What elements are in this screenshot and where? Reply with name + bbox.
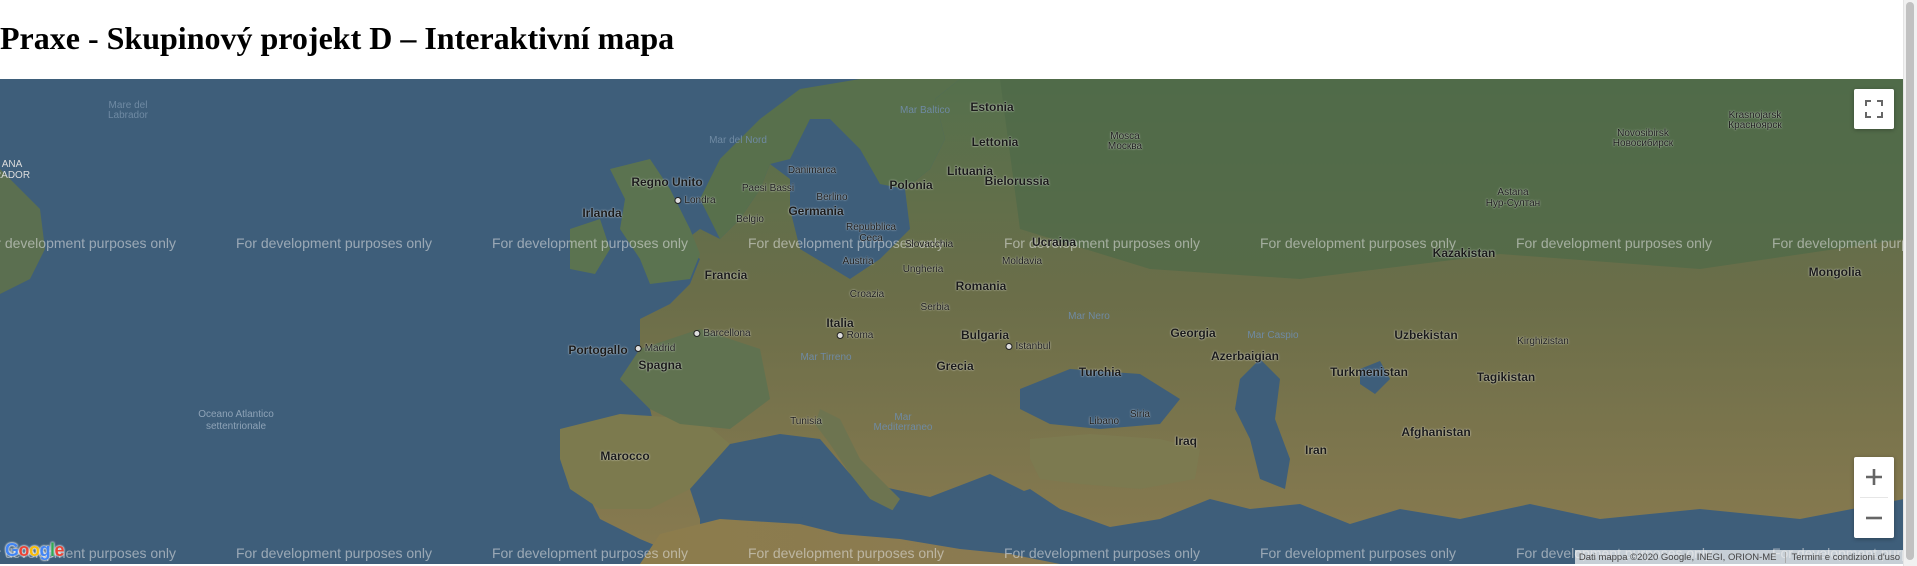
map-label-country: Bulgaria (960, 328, 1010, 342)
plus-icon (1866, 469, 1882, 485)
map-label-country: Marocco (600, 449, 650, 463)
map-label-country: Libano (1088, 416, 1120, 427)
interactive-map[interactable]: For development purposes onlyFor develop… (0, 79, 1904, 564)
map-label-country: Irlanda (582, 206, 622, 220)
map-label-country: Repubblica Ceca (845, 222, 897, 244)
map-label-country: Afghanistan (1401, 425, 1471, 439)
map-label-country: Kazakistan (1432, 246, 1496, 260)
map-label-sea: Mar del Nord (709, 135, 767, 146)
map-label-country: Iran (1304, 443, 1328, 457)
map-label-country: Tunisia (790, 416, 822, 427)
map-label-country: Mongolia (1808, 265, 1862, 279)
map-label-country: Croazia (849, 289, 885, 300)
map-label-sea: Mar Tirreno (800, 352, 852, 363)
map-label-country: Germania (788, 204, 844, 218)
map-label-country: Turkmenistan (1330, 365, 1408, 379)
fullscreen-icon (1865, 100, 1883, 118)
map-label-country: Belgio (736, 214, 764, 225)
map-label-country: Azerbaigian (1210, 349, 1280, 363)
map-label-country: Estonia (970, 100, 1014, 114)
map-label-country: Grecia (936, 359, 974, 373)
map-label-country: Spagna (638, 358, 682, 372)
map-label-country: Bielorussia (984, 174, 1050, 188)
map-label-country: Ucraina (1031, 235, 1077, 249)
map-label-city: Roma (837, 330, 874, 341)
map-label-country: Portogallo (568, 343, 628, 357)
map-label-city: Madrid (635, 343, 676, 354)
map-label-country: Austria (842, 256, 874, 267)
page-scrollbar[interactable] (1903, 0, 1917, 566)
map-label-city: Krasnojarsk Красноярск (1728, 110, 1782, 131)
map-label-city: Novosibirsk Новосибирск (1612, 128, 1674, 149)
map-label-sea: Mar Mediterraneo (873, 412, 933, 433)
map-label-sea: Mar Caspio (1247, 330, 1299, 341)
map-label-country: Polonia (889, 178, 933, 192)
map-label-city: Londra (674, 195, 715, 206)
map-label-country: Turchia (1078, 365, 1122, 379)
attribution-text: Dati mappa ©2020 Google, INEGI, ORION-ME (1578, 551, 1777, 563)
map-label-city: Istanbul (1005, 341, 1050, 352)
map-label-sea: Mar Nero (1068, 311, 1110, 322)
map-label-city: Berlino (816, 192, 848, 203)
map-label-country: Tagikistan (1476, 370, 1536, 384)
map-label-city: Barcellona (693, 328, 750, 339)
map-label-country: Iraq (1174, 434, 1198, 448)
map-label-country: Italia (826, 316, 854, 330)
page-title: Praxe - Skupinový projekt D – Interaktiv… (0, 20, 675, 56)
map-label-ocean: Oceano Atlantico settentrionale (198, 409, 274, 432)
labrador-edge (0, 169, 45, 294)
map-label-country: Ungheria (902, 264, 944, 275)
google-logo[interactable]: Google (5, 540, 65, 561)
map-label-sea: Mar Baltico (899, 105, 951, 116)
map-label-country: Francia (704, 268, 748, 282)
map-label-country: Paesi Bassi (741, 183, 795, 194)
map-label-country: Danimarca (787, 165, 837, 176)
terms-link[interactable]: Termini e condizioni d'uso (1784, 551, 1900, 563)
zoom-out-button[interactable] (1854, 498, 1894, 538)
map-attribution: Dati mappa ©2020 Google, INEGI, ORION-ME… (1574, 550, 1904, 564)
map-label-city: Astana Нур-Султан (1485, 187, 1541, 209)
map-label-country: Moldavia (1001, 256, 1043, 267)
map-terrain (0, 79, 1904, 564)
ireland-land (570, 219, 610, 274)
map-label-sea: Mare del Labrador (107, 100, 149, 121)
map-label-city: Mosca Москва (1107, 131, 1143, 152)
map-label-country: Siria (1129, 409, 1151, 420)
zoom-controls (1854, 457, 1894, 538)
map-label-country: Romania (955, 279, 1007, 293)
map-label-region: ANA RADOR (0, 159, 31, 181)
map-label-country: Lettonia (971, 135, 1019, 149)
fullscreen-button[interactable] (1854, 89, 1894, 129)
zoom-in-button[interactable] (1854, 457, 1894, 497)
map-label-country: Kirghizistan (1517, 336, 1569, 347)
map-label-country: Georgia (1170, 326, 1216, 340)
map-label-country: Regno Unito (631, 175, 703, 189)
map-label-country: Slovacchia (904, 239, 954, 250)
minus-icon (1866, 516, 1882, 520)
map-label-country: Serbia (920, 302, 950, 313)
map-label-country: Uzbekistan (1394, 328, 1458, 342)
scrollbar-thumb[interactable] (1906, 2, 1914, 560)
